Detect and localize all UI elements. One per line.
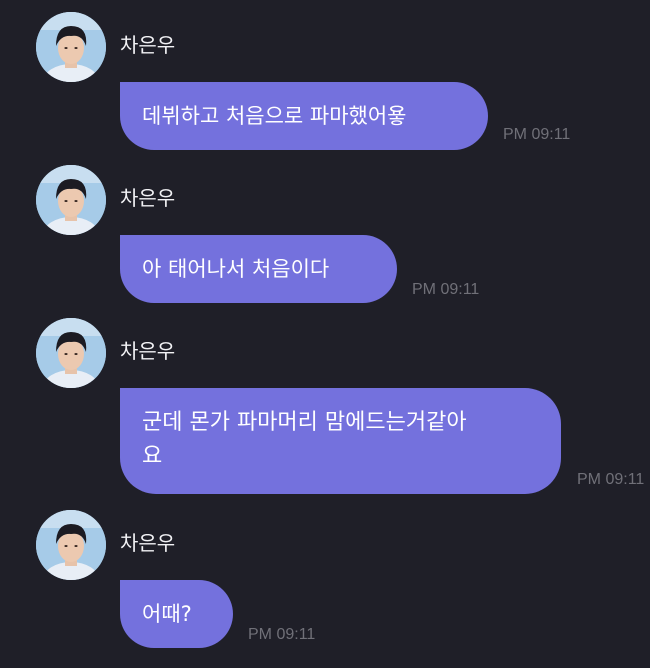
message-timestamp: PM 09:11 [503, 126, 571, 143]
avatar[interactable] [36, 318, 106, 388]
avatar[interactable] [36, 510, 106, 580]
sender-name: 차은우 [120, 33, 176, 57]
sender-name: 차은우 [120, 531, 176, 555]
message-bubble: 어때? [120, 580, 233, 648]
sender-name: 차은우 [120, 339, 176, 363]
avatar[interactable] [36, 165, 106, 235]
message-bubble: 군데 몬가 파마머리 맘에드는거같아 요 [120, 388, 561, 494]
message-timestamp: PM 09:11 [577, 471, 645, 488]
profile-photo-avatar-icon [36, 510, 106, 580]
sender-name: 차은우 [120, 186, 176, 210]
message-timestamp: PM 09:11 [248, 626, 316, 643]
chat-log: 차은우 데뷔하고 처음으로 파마했어욯 PM 09:11 차은우 아 태어나서 … [0, 0, 650, 668]
profile-photo-avatar-icon [36, 12, 106, 82]
message-timestamp: PM 09:11 [412, 281, 480, 298]
message-bubble: 아 태어나서 처음이다 [120, 235, 397, 303]
profile-photo-avatar-icon [36, 165, 106, 235]
profile-photo-avatar-icon [36, 318, 106, 388]
message-bubble: 데뷔하고 처음으로 파마했어욯 [120, 82, 488, 150]
avatar[interactable] [36, 12, 106, 82]
